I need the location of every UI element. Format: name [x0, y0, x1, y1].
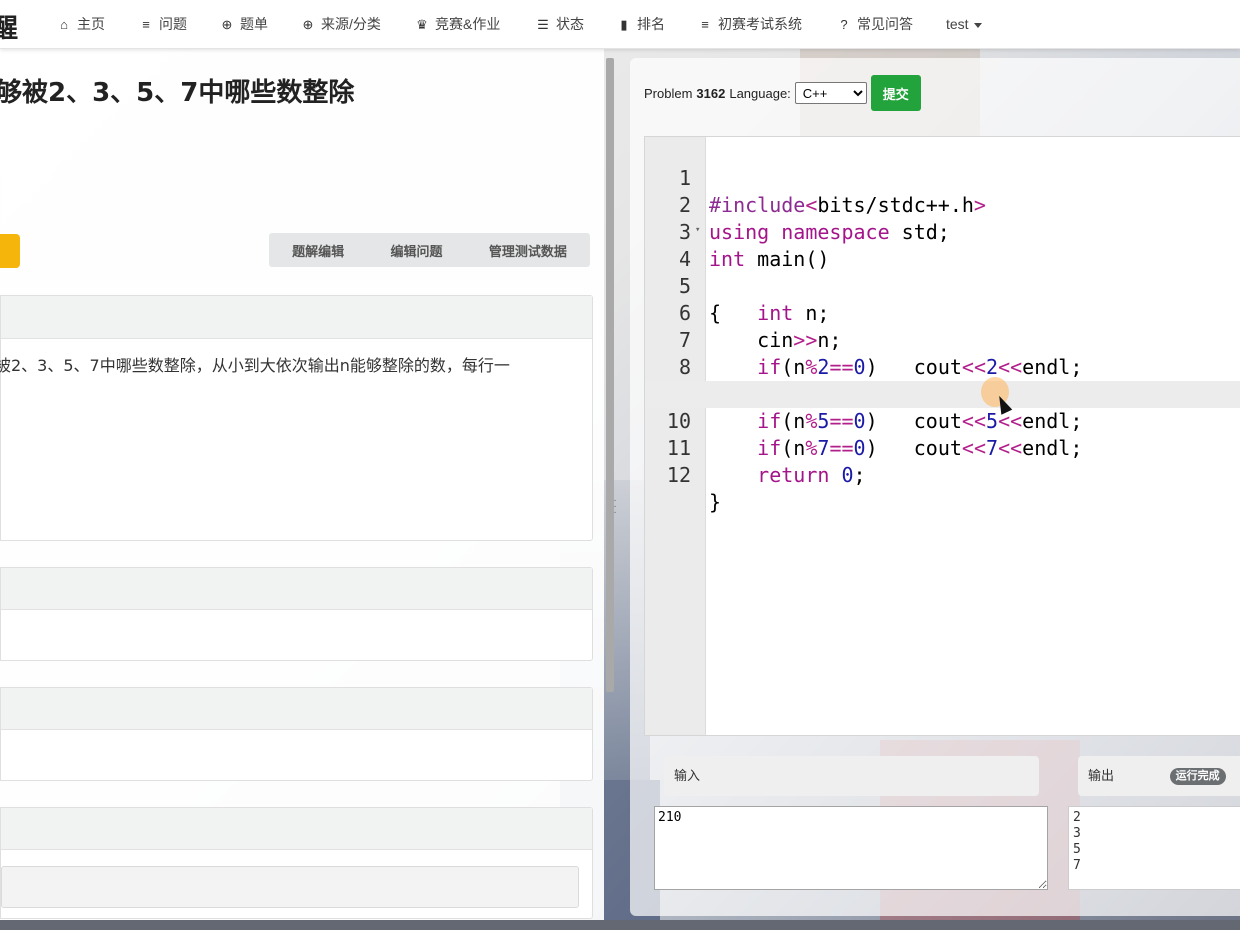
nav-item-problem-lists[interactable]: ⊕ 题单 — [219, 0, 268, 48]
problem-panel: 够被2、3、5、7中哪些数整除 题解编辑 编辑问题 管理测试数据 被2、3、5、… — [0, 48, 604, 920]
input-header: 输入 — [664, 756, 1039, 796]
nav-label: 竞赛&作业 — [435, 16, 501, 32]
card-header — [1, 296, 592, 339]
list-icon: ≡ — [701, 17, 709, 32]
fold-arrow-icon[interactable]: ▾ — [695, 217, 700, 244]
nav-item-ranking[interactable]: ▮ 排名 — [616, 0, 665, 48]
bar-chart-icon: ▮ — [620, 17, 628, 32]
nav-label: 题单 — [240, 16, 268, 32]
nav-item-exam-system[interactable]: ≡ 初赛考试系统 — [697, 0, 802, 48]
site-logo[interactable]: 醒 — [0, 8, 18, 45]
top-navbar: 醒 ⌂ 主页 ≡ 问题 ⊕ 题单 ⊕ 来源/分类 ♛ 竞赛&作业 ☰ 状态 ▮ 排名 ≡ 初赛考… — [0, 0, 1240, 49]
code-text: } — [709, 490, 722, 514]
stdout-output: 2 3 5 7 — [1068, 806, 1240, 890]
input-format-card — [0, 567, 593, 661]
code-editor[interactable]: 1 #include<bits/stdc++.h> 2 using namesp… — [644, 136, 1240, 736]
code-line[interactable]: 11 return 0; — [645, 408, 1240, 487]
nav-item-problems[interactable]: ≡ 问题 — [138, 0, 187, 48]
output-label: 输出 — [1088, 768, 1115, 783]
code-line[interactable]: 6 cin>>n; — [645, 273, 1240, 352]
code-line-active[interactable]: 10 if(n%7==0) cout<<7<<endl; — [645, 381, 1240, 460]
list-icon: ≡ — [142, 17, 150, 32]
code-line[interactable]: 7 if(n%2==0) cout<<2<<endl; — [645, 300, 1240, 379]
problem-label: Problem — [644, 85, 693, 101]
nav-label: 主页 — [77, 16, 105, 32]
editor-toolbar: Problem 3162 Language: C++ 提交 — [644, 75, 921, 111]
nav-label: 常见问答 — [857, 16, 913, 32]
username: test — [946, 16, 969, 32]
line-number: 12 — [666, 463, 691, 487]
nav-label: 问题 — [159, 16, 187, 32]
problem-description: 被2、3、5、7中哪些数整除，从小到大依次输出n能够整除的数，每行一 — [0, 356, 510, 375]
admin-button-group: 题解编辑 编辑问题 管理测试数据 — [269, 233, 590, 267]
left-scrollbar[interactable] — [606, 58, 614, 692]
nav-item-faq[interactable]: ? 常见问答 — [836, 0, 913, 48]
user-menu[interactable]: test — [946, 0, 982, 48]
nav-item-status[interactable]: ☰ 状态 — [535, 0, 584, 48]
code-line[interactable]: 5 int n; — [645, 246, 1240, 325]
submit-button[interactable]: 提交 — [870, 75, 921, 111]
splitter-handle[interactable]: · · · — [612, 496, 618, 520]
card-header — [1, 688, 592, 730]
checklist-icon: ☰ — [537, 17, 549, 32]
code-line[interactable]: 4 ▾ { — [645, 217, 1240, 325]
sample-card — [0, 807, 593, 919]
nav-item-contests[interactable]: ♛ 竞赛&作业 — [414, 0, 500, 48]
description-card: 被2、3、5、7中哪些数整除，从小到大依次输出n能够整除的数，每行一 — [0, 295, 593, 541]
sample-box — [1, 866, 579, 908]
edit-problem-button[interactable]: 编辑问题 — [390, 241, 442, 260]
io-area: 输入 输出 运行完成 210 2 3 5 7 — [650, 748, 1240, 908]
language-select[interactable]: C++ — [794, 82, 867, 104]
input-label: 输入 — [674, 768, 701, 783]
output-format-card — [0, 687, 593, 781]
card-header — [1, 808, 592, 850]
action-button[interactable] — [0, 234, 20, 268]
code-line[interactable]: 1 #include<bits/stdc++.h> — [645, 138, 1240, 217]
window-bottom-edge — [0, 920, 1240, 930]
code-line[interactable]: 9 if(n%5==0) cout<<5<<endl; — [645, 354, 1240, 433]
code-line[interactable]: 3 int main() — [645, 192, 1240, 271]
editor-panel: Problem 3162 Language: C++ 提交 1 #include… — [630, 58, 1240, 916]
question-icon: ? — [840, 17, 848, 32]
globe-icon: ⊕ — [221, 17, 233, 32]
output-line: 5 — [1073, 842, 1081, 857]
output-line: 2 — [1073, 810, 1081, 825]
manage-testdata-button[interactable]: 管理测试数据 — [489, 241, 567, 260]
code-line[interactable]: 8 if(n%3==0) cout<<3<<endl; — [645, 327, 1240, 406]
output-line: 7 — [1073, 858, 1081, 873]
nav-label: 排名 — [637, 16, 665, 32]
nav-item-sources[interactable]: ⊕ 来源/分类 — [300, 0, 381, 48]
code-line[interactable]: 12 } — [645, 435, 1240, 514]
output-line: 3 — [1073, 826, 1081, 841]
code-text: return 0; — [757, 463, 866, 487]
problem-id: 3162 — [696, 85, 726, 101]
output-header: 输出 运行完成 — [1078, 756, 1240, 796]
code-line[interactable]: 2 using namespace std; — [645, 165, 1240, 244]
nav-label: 状态 — [556, 16, 584, 32]
nav-label: 初赛考试系统 — [718, 16, 802, 32]
status-badge: 运行完成 — [1169, 768, 1226, 786]
home-icon: ⌂ — [60, 17, 68, 32]
caret-down-icon — [973, 22, 982, 28]
stdin-input[interactable]: 210 — [654, 806, 1048, 890]
problem-title: 够被2、3、5、7中哪些数整除 — [0, 78, 355, 108]
language-label: Language: — [729, 85, 791, 101]
nav-item-home[interactable]: ⌂ 主页 — [56, 0, 105, 48]
trophy-icon: ♛ — [416, 17, 428, 32]
solution-edit-button[interactable]: 题解编辑 — [292, 241, 344, 260]
card-header — [1, 568, 592, 610]
globe-icon: ⊕ — [302, 17, 314, 32]
nav-label: 来源/分类 — [321, 16, 381, 32]
